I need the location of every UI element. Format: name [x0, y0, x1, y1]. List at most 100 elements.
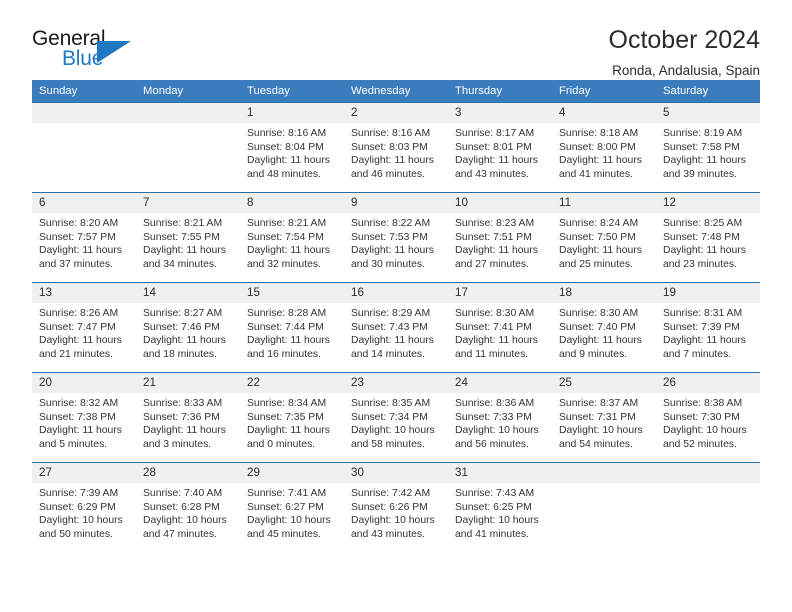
calendar-day-cell[interactable]: 7 Sunrise: 8:21 AM Sunset: 7:55 PM Daylight… [136, 192, 240, 283]
day-number: 25 [552, 373, 656, 393]
sunset-text: Sunset: 6:28 PM [143, 501, 220, 513]
sunset-text: Sunset: 7:47 PM [39, 321, 116, 333]
daylight-text-line2: and 27 minutes. [455, 258, 529, 270]
daylight-text-line2: and 39 minutes. [663, 168, 737, 180]
daylight-text-line2: and 41 minutes. [559, 168, 633, 180]
day-details: Sunrise: 8:26 AM Sunset: 7:47 PM Daylight:… [32, 303, 136, 361]
daylight-text-line2: and 14 minutes. [351, 348, 425, 360]
day-details: Sunrise: 8:38 AM Sunset: 7:30 PM Daylight:… [656, 393, 760, 451]
sunrise-text: Sunrise: 8:21 AM [143, 218, 223, 229]
daylight-text-line1: Daylight: 11 hours [143, 245, 226, 257]
day-number: 5 [656, 103, 760, 123]
sunrise-text: Sunrise: 8:29 AM [351, 308, 431, 319]
daylight-text-line1: Daylight: 10 hours [455, 515, 539, 527]
calendar-day-cell[interactable]: 2 Sunrise: 8:16 AM Sunset: 8:03 PM Daylight… [344, 102, 448, 193]
calendar-day-cell[interactable]: 30 Sunrise: 7:42 AM Sunset: 6:26 PM Dayligh… [344, 462, 448, 553]
calendar-day-cell[interactable]: 12 Sunrise: 8:25 AM Sunset: 7:48 PM Dayligh… [656, 192, 760, 283]
sunrise-text: Sunrise: 8:31 AM [663, 308, 743, 319]
page-title: October 2024 [608, 26, 761, 54]
sunrise-text: Sunrise: 8:26 AM [39, 308, 119, 319]
calendar-day-cell[interactable]: 19 Sunrise: 8:31 AM Sunset: 7:39 PM Dayligh… [656, 282, 760, 373]
day-details: Sunrise: 8:36 AM Sunset: 7:33 PM Daylight:… [448, 393, 552, 451]
calendar-day-cell[interactable]: 4 Sunrise: 8:18 AM Sunset: 8:00 PM Daylight… [552, 102, 656, 193]
calendar-day-cell[interactable]: 14 Sunrise: 8:27 AM Sunset: 7:46 PM Dayligh… [136, 282, 240, 373]
daylight-text-line1: Daylight: 11 hours [455, 245, 538, 257]
day-number: 3 [448, 103, 552, 123]
calendar-day-cell[interactable]: 23 Sunrise: 8:35 AM Sunset: 7:34 PM Dayligh… [344, 372, 448, 463]
day-details: Sunrise: 7:39 AM Sunset: 6:29 PM Daylight:… [32, 483, 136, 541]
sunrise-text: Sunrise: 8:30 AM [559, 308, 639, 319]
daylight-text-line2: and 56 minutes. [455, 438, 529, 450]
calendar-day-cell[interactable]: 28 Sunrise: 7:40 AM Sunset: 6:28 PM Dayligh… [136, 462, 240, 553]
calendar-day-cell[interactable]: 29 Sunrise: 7:41 AM Sunset: 6:27 PM Dayligh… [240, 462, 344, 553]
sunrise-text: Sunrise: 7:42 AM [351, 488, 431, 499]
calendar-day-cell[interactable]: 16 Sunrise: 8:29 AM Sunset: 7:43 PM Dayligh… [344, 282, 448, 373]
calendar-week-row: 27 Sunrise: 7:39 AM Sunset: 6:29 PM Dayligh… [32, 462, 760, 553]
calendar-day-cell[interactable]: 20 Sunrise: 8:32 AM Sunset: 7:38 PM Dayligh… [32, 372, 136, 463]
day-details: Sunrise: 8:28 AM Sunset: 7:44 PM Daylight:… [240, 303, 344, 361]
sunset-text: Sunset: 7:31 PM [559, 411, 636, 423]
daylight-text-line1: Daylight: 11 hours [559, 245, 642, 257]
calendar-day-cell[interactable]: 31 Sunrise: 7:43 AM Sunset: 6:25 PM Dayligh… [448, 462, 552, 553]
sunset-text: Sunset: 8:01 PM [455, 141, 532, 153]
day-details: Sunrise: 8:30 AM Sunset: 7:41 PM Daylight:… [448, 303, 552, 361]
day-number: 26 [656, 373, 760, 393]
day-details: Sunrise: 7:40 AM Sunset: 6:28 PM Daylight:… [136, 483, 240, 541]
daylight-text-line1: Daylight: 10 hours [143, 515, 227, 527]
weekday-header-row: Sunday Monday Tuesday Wednesday Thursday… [32, 80, 760, 103]
calendar-day-cell[interactable]: 18 Sunrise: 8:30 AM Sunset: 7:40 PM Dayligh… [552, 282, 656, 373]
calendar-body: 1 Sunrise: 8:16 AM Sunset: 8:04 PM Daylight… [32, 102, 760, 553]
day-details: Sunrise: 8:21 AM Sunset: 7:54 PM Daylight:… [240, 213, 344, 271]
calendar-day-cell[interactable]: 13 Sunrise: 8:26 AM Sunset: 7:47 PM Dayligh… [32, 282, 136, 373]
daylight-text-line1: Daylight: 11 hours [247, 245, 330, 257]
calendar-day-cell[interactable]: 17 Sunrise: 8:30 AM Sunset: 7:41 PM Dayligh… [448, 282, 552, 373]
day-details: Sunrise: 8:23 AM Sunset: 7:51 PM Daylight:… [448, 213, 552, 271]
calendar-day-cell[interactable]: 9 Sunrise: 8:22 AM Sunset: 7:53 PM Daylight… [344, 192, 448, 283]
sunrise-text: Sunrise: 8:23 AM [455, 218, 535, 229]
sunset-text: Sunset: 7:54 PM [247, 231, 324, 243]
daylight-text-line2: and 16 minutes. [247, 348, 321, 360]
calendar-day-cell[interactable]: 8 Sunrise: 8:21 AM Sunset: 7:54 PM Daylight… [240, 192, 344, 283]
calendar-day-cell[interactable]: 25 Sunrise: 8:37 AM Sunset: 7:31 PM Dayligh… [552, 372, 656, 463]
day-details: Sunrise: 8:16 AM Sunset: 8:03 PM Daylight:… [344, 123, 448, 181]
sunset-text: Sunset: 7:58 PM [663, 141, 740, 153]
sunset-text: Sunset: 7:30 PM [663, 411, 740, 423]
sunset-text: Sunset: 7:36 PM [143, 411, 220, 423]
day-number: 17 [448, 283, 552, 303]
calendar-day-cell[interactable]: 11 Sunrise: 8:24 AM Sunset: 7:50 PM Dayligh… [552, 192, 656, 283]
daylight-text-line1: Daylight: 11 hours [39, 425, 122, 437]
sunrise-text: Sunrise: 8:22 AM [351, 218, 431, 229]
daylight-text-line2: and 45 minutes. [247, 528, 321, 540]
daylight-text-line2: and 11 minutes. [455, 348, 529, 360]
daylight-text-line1: Daylight: 11 hours [39, 245, 122, 257]
sunset-text: Sunset: 7:40 PM [559, 321, 636, 333]
daylight-text-line1: Daylight: 10 hours [247, 515, 331, 527]
calendar-empty-cell [552, 462, 656, 553]
calendar-day-cell[interactable]: 5 Sunrise: 8:19 AM Sunset: 7:58 PM Daylight… [656, 102, 760, 193]
day-details: Sunrise: 8:29 AM Sunset: 7:43 PM Daylight:… [344, 303, 448, 361]
calendar-day-cell[interactable]: 27 Sunrise: 7:39 AM Sunset: 6:29 PM Dayligh… [32, 462, 136, 553]
sunset-text: Sunset: 7:35 PM [247, 411, 324, 423]
calendar-day-cell[interactable]: 15 Sunrise: 8:28 AM Sunset: 7:44 PM Dayligh… [240, 282, 344, 373]
sunrise-text: Sunrise: 8:21 AM [247, 218, 327, 229]
day-number: 9 [344, 193, 448, 213]
calendar-week-row: 20 Sunrise: 8:32 AM Sunset: 7:38 PM Dayligh… [32, 372, 760, 463]
calendar-day-cell[interactable]: 21 Sunrise: 8:33 AM Sunset: 7:36 PM Dayligh… [136, 372, 240, 463]
calendar-day-cell[interactable]: 24 Sunrise: 8:36 AM Sunset: 7:33 PM Dayligh… [448, 372, 552, 463]
day-details: Sunrise: 8:17 AM Sunset: 8:01 PM Daylight:… [448, 123, 552, 181]
calendar-empty-cell [32, 102, 136, 193]
calendar-day-cell[interactable]: 10 Sunrise: 8:23 AM Sunset: 7:51 PM Dayligh… [448, 192, 552, 283]
weekday-header-thursday: Thursday [448, 80, 552, 103]
calendar-day-cell[interactable]: 6 Sunrise: 8:20 AM Sunset: 7:57 PM Daylight… [32, 192, 136, 283]
sunrise-text: Sunrise: 8:17 AM [455, 128, 535, 139]
general-blue-logo[interactable]: General Blue [32, 26, 152, 74]
page-header: General Blue October 2024 Ronda, Andalus… [32, 0, 761, 78]
daylight-text-line1: Daylight: 11 hours [663, 245, 746, 257]
calendar-day-cell[interactable]: 3 Sunrise: 8:17 AM Sunset: 8:01 PM Daylight… [448, 102, 552, 193]
sunrise-text: Sunrise: 8:19 AM [663, 128, 743, 139]
calendar-day-cell[interactable]: 22 Sunrise: 8:34 AM Sunset: 7:35 PM Dayligh… [240, 372, 344, 463]
calendar-day-cell[interactable]: 1 Sunrise: 8:16 AM Sunset: 8:04 PM Daylight… [240, 102, 344, 193]
calendar-day-cell[interactable]: 26 Sunrise: 8:38 AM Sunset: 7:30 PM Dayligh… [656, 372, 760, 463]
day-details: Sunrise: 8:25 AM Sunset: 7:48 PM Daylight:… [656, 213, 760, 271]
daylight-text-line2: and 25 minutes. [559, 258, 633, 270]
